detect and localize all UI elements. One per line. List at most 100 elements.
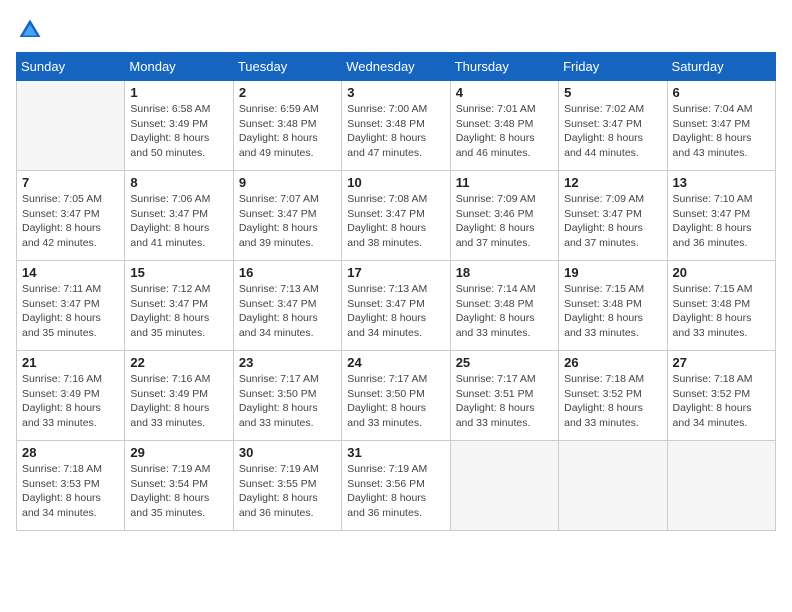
calendar-cell: 5 Sunrise: 7:02 AM Sunset: 3:47 PM Daylig… [559,81,667,171]
calendar-cell: 19 Sunrise: 7:15 AM Sunset: 3:48 PM Dayli… [559,261,667,351]
calendar-week-row: 7 Sunrise: 7:05 AM Sunset: 3:47 PM Daylig… [17,171,776,261]
calendar-cell: 7 Sunrise: 7:05 AM Sunset: 3:47 PM Daylig… [17,171,125,261]
calendar-cell: 1 Sunrise: 6:58 AM Sunset: 3:49 PM Daylig… [125,81,233,171]
calendar-cell: 31 Sunrise: 7:19 AM Sunset: 3:56 PM Dayli… [342,441,450,531]
day-info: Sunrise: 7:18 AM Sunset: 3:53 PM Dayligh… [22,462,119,521]
day-info: Sunrise: 7:16 AM Sunset: 3:49 PM Dayligh… [22,372,119,431]
calendar-cell: 3 Sunrise: 7:00 AM Sunset: 3:48 PM Daylig… [342,81,450,171]
calendar-cell: 9 Sunrise: 7:07 AM Sunset: 3:47 PM Daylig… [233,171,341,261]
day-info: Sunrise: 7:17 AM Sunset: 3:50 PM Dayligh… [239,372,336,431]
calendar-cell: 18 Sunrise: 7:14 AM Sunset: 3:48 PM Dayli… [450,261,558,351]
calendar-cell [667,441,775,531]
day-info: Sunrise: 7:19 AM Sunset: 3:55 PM Dayligh… [239,462,336,521]
calendar-cell: 28 Sunrise: 7:18 AM Sunset: 3:53 PM Dayli… [17,441,125,531]
day-info: Sunrise: 7:19 AM Sunset: 3:54 PM Dayligh… [130,462,227,521]
day-number: 22 [130,355,227,370]
day-number: 24 [347,355,444,370]
column-header-thursday: Thursday [450,53,558,81]
day-info: Sunrise: 7:02 AM Sunset: 3:47 PM Dayligh… [564,102,661,161]
day-number: 31 [347,445,444,460]
day-number: 18 [456,265,553,280]
day-info: Sunrise: 7:09 AM Sunset: 3:47 PM Dayligh… [564,192,661,251]
column-header-monday: Monday [125,53,233,81]
day-number: 11 [456,175,553,190]
day-info: Sunrise: 7:18 AM Sunset: 3:52 PM Dayligh… [673,372,770,431]
day-number: 17 [347,265,444,280]
day-number: 21 [22,355,119,370]
day-number: 2 [239,85,336,100]
day-number: 20 [673,265,770,280]
day-info: Sunrise: 7:17 AM Sunset: 3:50 PM Dayligh… [347,372,444,431]
day-info: Sunrise: 7:17 AM Sunset: 3:51 PM Dayligh… [456,372,553,431]
day-number: 5 [564,85,661,100]
day-number: 13 [673,175,770,190]
column-header-sunday: Sunday [17,53,125,81]
day-number: 28 [22,445,119,460]
day-number: 23 [239,355,336,370]
calendar-week-row: 14Sunrise: 7:11 AM Sunset: 3:47 PM Dayli… [17,261,776,351]
calendar-cell [559,441,667,531]
day-number: 27 [673,355,770,370]
day-number: 3 [347,85,444,100]
day-info: Sunrise: 6:58 AM Sunset: 3:49 PM Dayligh… [130,102,227,161]
calendar-cell [450,441,558,531]
calendar-week-row: 1 Sunrise: 6:58 AM Sunset: 3:49 PM Daylig… [17,81,776,171]
calendar-cell: 4 Sunrise: 7:01 AM Sunset: 3:48 PM Daylig… [450,81,558,171]
column-header-tuesday: Tuesday [233,53,341,81]
day-number: 1 [130,85,227,100]
day-number: 26 [564,355,661,370]
day-number: 9 [239,175,336,190]
calendar-cell: 22 Sunrise: 7:16 AM Sunset: 3:49 PM Dayli… [125,351,233,441]
day-info: Sunrise: 6:59 AM Sunset: 3:48 PM Dayligh… [239,102,336,161]
day-info: Sunrise: 7:15 AM Sunset: 3:48 PM Dayligh… [564,282,661,341]
page-header [16,16,776,44]
calendar-table: SundayMondayTuesdayWednesdayThursdayFrid… [16,52,776,531]
day-info: Sunrise: 7:06 AM Sunset: 3:47 PM Dayligh… [130,192,227,251]
day-number: 29 [130,445,227,460]
calendar-cell: 27 Sunrise: 7:18 AM Sunset: 3:52 PM Dayli… [667,351,775,441]
day-info: Sunrise: 7:09 AM Sunset: 3:46 PM Dayligh… [456,192,553,251]
day-info: Sunrise: 7:04 AM Sunset: 3:47 PM Dayligh… [673,102,770,161]
logo [16,16,48,44]
day-info: Sunrise: 7:13 AM Sunset: 3:47 PM Dayligh… [239,282,336,341]
calendar-cell: 20 Sunrise: 7:15 AM Sunset: 3:48 PM Dayli… [667,261,775,351]
day-number: 30 [239,445,336,460]
day-info: Sunrise: 7:12 AM Sunset: 3:47 PM Dayligh… [130,282,227,341]
day-number: 16 [239,265,336,280]
calendar-cell: 17 Sunrise: 7:13 AM Sunset: 3:47 PM Dayli… [342,261,450,351]
day-info: Sunrise: 7:15 AM Sunset: 3:48 PM Dayligh… [673,282,770,341]
calendar-header-row: SundayMondayTuesdayWednesdayThursdayFrid… [17,53,776,81]
day-info: Sunrise: 7:10 AM Sunset: 3:47 PM Dayligh… [673,192,770,251]
column-header-friday: Friday [559,53,667,81]
calendar-cell: 21 Sunrise: 7:16 AM Sunset: 3:49 PM Dayli… [17,351,125,441]
day-info: Sunrise: 7:13 AM Sunset: 3:47 PM Dayligh… [347,282,444,341]
calendar-cell: 23 Sunrise: 7:17 AM Sunset: 3:50 PM Dayli… [233,351,341,441]
day-info: Sunrise: 7:05 AM Sunset: 3:47 PM Dayligh… [22,192,119,251]
day-number: 6 [673,85,770,100]
day-number: 10 [347,175,444,190]
day-info: Sunrise: 7:16 AM Sunset: 3:49 PM Dayligh… [130,372,227,431]
calendar-cell: 16 Sunrise: 7:13 AM Sunset: 3:47 PM Dayli… [233,261,341,351]
day-info: Sunrise: 7:01 AM Sunset: 3:48 PM Dayligh… [456,102,553,161]
day-info: Sunrise: 7:14 AM Sunset: 3:48 PM Dayligh… [456,282,553,341]
day-info: Sunrise: 7:19 AM Sunset: 3:56 PM Dayligh… [347,462,444,521]
day-number: 4 [456,85,553,100]
day-number: 8 [130,175,227,190]
day-info: Sunrise: 7:08 AM Sunset: 3:47 PM Dayligh… [347,192,444,251]
day-info: Sunrise: 7:18 AM Sunset: 3:52 PM Dayligh… [564,372,661,431]
calendar-cell: 29 Sunrise: 7:19 AM Sunset: 3:54 PM Dayli… [125,441,233,531]
logo-icon [16,16,44,44]
calendar-cell: 30 Sunrise: 7:19 AM Sunset: 3:55 PM Dayli… [233,441,341,531]
calendar-cell: 26 Sunrise: 7:18 AM Sunset: 3:52 PM Dayli… [559,351,667,441]
day-number: 7 [22,175,119,190]
day-number: 19 [564,265,661,280]
day-number: 15 [130,265,227,280]
calendar-cell: 13 Sunrise: 7:10 AM Sunset: 3:47 PM Dayli… [667,171,775,261]
day-info: Sunrise: 7:00 AM Sunset: 3:48 PM Dayligh… [347,102,444,161]
day-number: 14 [22,265,119,280]
calendar-cell: 15 Sunrise: 7:12 AM Sunset: 3:47 PM Dayli… [125,261,233,351]
calendar-cell: 14Sunrise: 7:11 AM Sunset: 3:47 PM Dayli… [17,261,125,351]
calendar-cell: 10 Sunrise: 7:08 AM Sunset: 3:47 PM Dayli… [342,171,450,261]
calendar-cell: 12Sunrise: 7:09 AM Sunset: 3:47 PM Dayli… [559,171,667,261]
day-info: Sunrise: 7:07 AM Sunset: 3:47 PM Dayligh… [239,192,336,251]
